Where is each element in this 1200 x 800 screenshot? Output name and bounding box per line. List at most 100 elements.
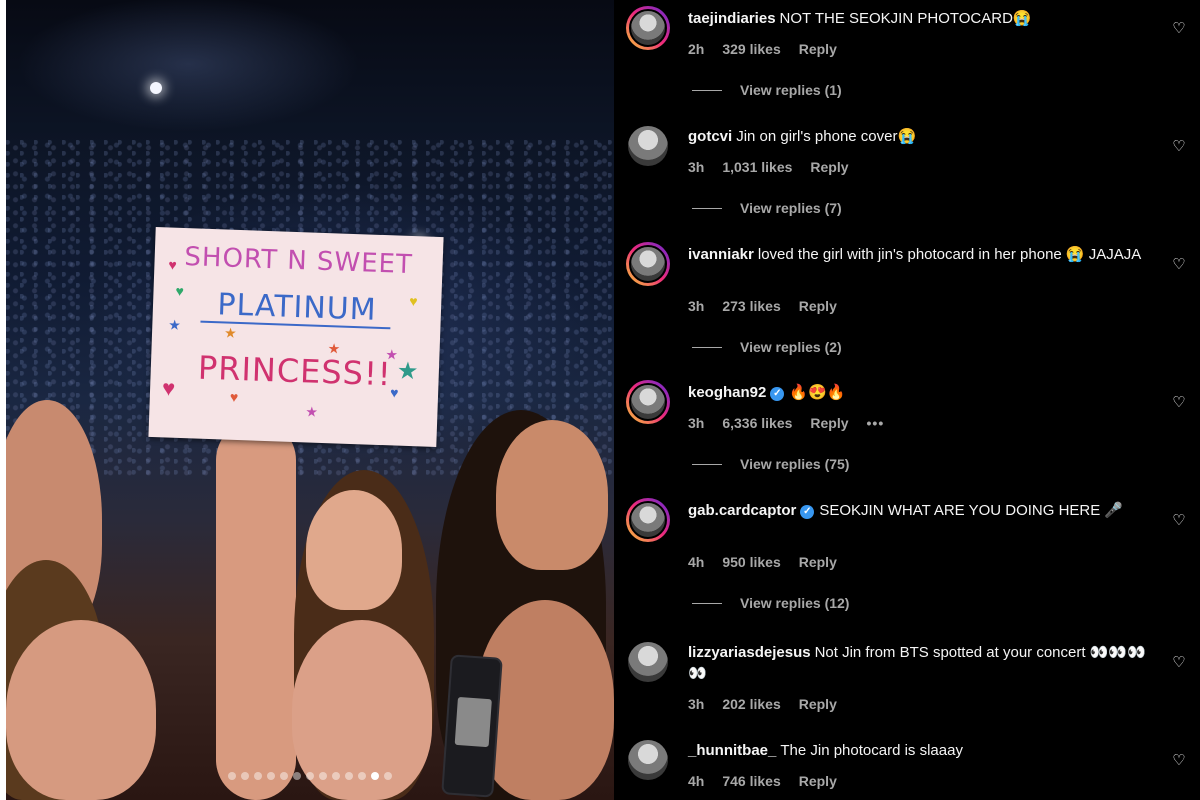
comment-body: ivanniakr loved the girl with jin's photo… <box>688 244 1158 265</box>
comment-username[interactable]: taejindiaries <box>688 10 776 27</box>
carousel-dot[interactable] <box>332 772 340 780</box>
view-replies-label: View replies (12) <box>740 595 850 611</box>
comment-likes[interactable]: 950 likes <box>722 554 780 570</box>
comment-meta: 3h 202 likes Reply <box>688 696 837 712</box>
view-replies-button[interactable]: View replies (12) <box>692 595 849 611</box>
carousel-dot[interactable] <box>280 772 288 780</box>
avatar[interactable] <box>626 124 670 168</box>
fan-center-face <box>306 490 402 610</box>
view-replies-label: View replies (1) <box>740 82 842 98</box>
comment-meta: 3h 6,336 likes Reply ••• <box>688 415 884 431</box>
fan-sign: SHORT N SWEET PLATINUM PRINCESS!! ♥ ♥ ★ … <box>148 227 444 447</box>
carousel-dot[interactable] <box>241 772 249 780</box>
star-sticker-icon: ★ <box>396 357 419 386</box>
like-heart-icon[interactable]: ♡ <box>1170 654 1188 672</box>
carousel-dot[interactable] <box>254 772 262 780</box>
comment-likes[interactable]: 329 likes <box>722 41 780 57</box>
comment-text: 🔥😍🔥 <box>789 384 846 401</box>
reply-button[interactable]: Reply <box>799 696 837 712</box>
carousel-dot[interactable] <box>319 772 327 780</box>
comment-time: 3h <box>688 298 705 314</box>
avatar-image <box>629 501 667 539</box>
carousel-dot[interactable] <box>384 772 392 780</box>
comment-likes[interactable]: 746 likes <box>722 773 780 789</box>
star-sticker-icon: ★ <box>223 324 237 341</box>
like-heart-icon[interactable]: ♡ <box>1170 512 1188 530</box>
reply-button[interactable]: Reply <box>799 41 837 57</box>
comment-username[interactable]: _hunnitbae_ <box>688 742 776 759</box>
carousel-dot[interactable] <box>293 772 301 780</box>
reply-button[interactable]: Reply <box>810 159 848 175</box>
replies-divider <box>692 602 722 604</box>
comment-likes[interactable]: 202 likes <box>722 696 780 712</box>
avatar[interactable] <box>626 380 670 424</box>
carousel-dot[interactable] <box>228 772 236 780</box>
comment-likes[interactable]: 273 likes <box>722 298 780 314</box>
comment-username[interactable]: gab.cardcaptor <box>688 502 796 519</box>
carousel-dot[interactable] <box>306 772 314 780</box>
comment-body: taejindiaries NOT THE SEOKJIN PHOTOCARD😭 <box>688 8 1158 29</box>
heart-sticker-icon: ♥ <box>409 292 418 310</box>
comment-meta: 4h 950 likes Reply <box>688 554 837 570</box>
star-sticker-icon: ★ <box>305 403 319 420</box>
star-sticker-icon: ★ <box>327 340 341 357</box>
heart-sticker-icon: ♥ <box>161 375 176 401</box>
view-replies-button[interactable]: View replies (2) <box>692 339 842 355</box>
like-heart-icon[interactable]: ♡ <box>1170 138 1188 156</box>
view-replies-button[interactable]: View replies (1) <box>692 82 842 98</box>
comment-body: keoghan92 ✓ 🔥😍🔥 <box>688 382 1158 403</box>
avatar[interactable] <box>626 738 670 782</box>
view-replies-label: View replies (75) <box>740 456 850 472</box>
replies-divider <box>692 463 722 465</box>
view-replies-button[interactable]: View replies (7) <box>692 200 842 216</box>
avatar-image <box>628 126 668 166</box>
comment-text: NOT THE SEOKJIN PHOTOCARD😭 <box>779 10 1032 27</box>
comment-username[interactable]: gotcvi <box>688 128 732 145</box>
comment-likes[interactable]: 1,031 likes <box>722 159 792 175</box>
comment-time: 3h <box>688 159 705 175</box>
avatar[interactable] <box>626 640 670 684</box>
carousel-indicator[interactable] <box>228 772 392 780</box>
avatar[interactable] <box>626 6 670 50</box>
heart-sticker-icon: ♥ <box>168 256 178 273</box>
comment-body: lizzyariasdejesus Not Jin from BTS spotte… <box>688 642 1158 684</box>
like-heart-icon[interactable]: ♡ <box>1170 752 1188 770</box>
comment-username[interactable]: keoghan92 <box>688 384 766 401</box>
raised-arm <box>216 420 296 800</box>
comment-likes[interactable]: 6,336 likes <box>722 415 792 431</box>
heart-sticker-icon: ♥ <box>389 384 399 401</box>
replies-divider <box>692 346 722 348</box>
comment-text: SEOKJIN WHAT ARE YOU DOING HERE 🎤 <box>819 502 1124 519</box>
verified-badge-icon: ✓ <box>770 387 785 401</box>
avatar-image <box>629 383 667 421</box>
comment-text: loved the girl with jin's photocard in h… <box>757 246 1142 263</box>
comment-time: 4h <box>688 554 705 570</box>
comment-meta: 2h 329 likes Reply <box>688 41 837 57</box>
avatar[interactable] <box>626 242 670 286</box>
more-options-icon[interactable]: ••• <box>867 415 885 431</box>
comment-username[interactable]: lizzyariasdejesus <box>688 644 811 661</box>
post-photo[interactable]: SHORT N SWEET PLATINUM PRINCESS!! ♥ ♥ ★ … <box>6 0 614 800</box>
reply-button[interactable]: Reply <box>799 773 837 789</box>
comment-time: 3h <box>688 696 705 712</box>
comment-username[interactable]: ivanniakr <box>688 246 754 263</box>
comments-panel[interactable]: taejindiaries NOT THE SEOKJIN PHOTOCARD😭 2… <box>614 0 1200 800</box>
like-heart-icon[interactable]: ♡ <box>1170 20 1188 38</box>
like-heart-icon[interactable]: ♡ <box>1170 394 1188 412</box>
fan-right-face <box>496 420 608 570</box>
carousel-dot[interactable] <box>267 772 275 780</box>
reply-button[interactable]: Reply <box>799 554 837 570</box>
comment-body: gotcvi Jin on girl's phone cover😭 <box>688 126 1158 147</box>
stage-light <box>150 82 162 94</box>
carousel-dot-active[interactable] <box>371 772 379 780</box>
carousel-dot[interactable] <box>358 772 366 780</box>
like-heart-icon[interactable]: ♡ <box>1170 256 1188 274</box>
reply-button[interactable]: Reply <box>799 298 837 314</box>
reply-button[interactable]: Reply <box>810 415 848 431</box>
heart-sticker-icon: ♥ <box>175 282 185 300</box>
carousel-dot[interactable] <box>345 772 353 780</box>
view-replies-button[interactable]: View replies (75) <box>692 456 849 472</box>
avatar[interactable] <box>626 498 670 542</box>
comment-body: _hunnitbae_ The Jin photocard is slaaay <box>688 740 1158 761</box>
comment-body: gab.cardcaptor ✓ SEOKJIN WHAT ARE YOU DOIN… <box>688 500 1158 521</box>
